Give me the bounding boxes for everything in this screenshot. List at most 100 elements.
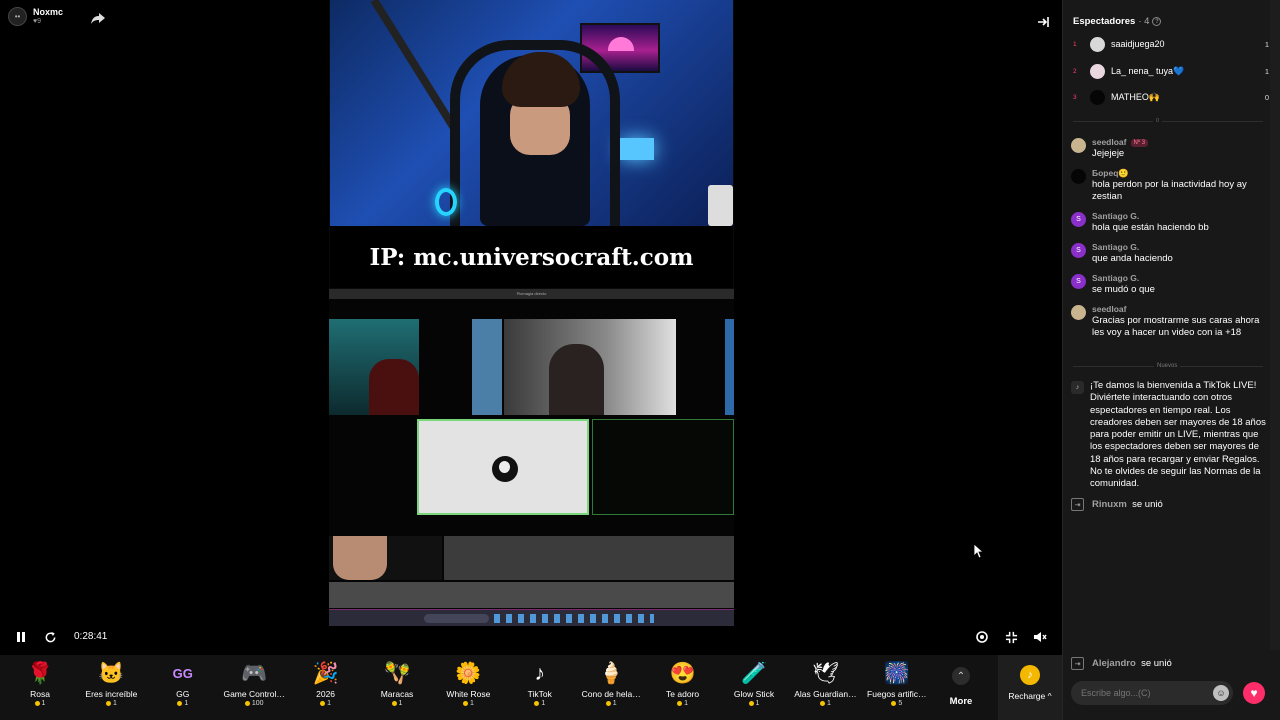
call-tile	[329, 582, 734, 608]
gift-item[interactable]: GG GG 1	[148, 661, 218, 717]
gift-label: Maracas	[380, 689, 414, 699]
gift-icon: 🐱	[98, 662, 125, 685]
gift-icon: GG	[172, 666, 193, 681]
help-icon[interactable]: ?	[1152, 17, 1162, 26]
viewers-title: Espectadores · 4 ?	[1073, 16, 1162, 27]
chat-input[interactable]	[1071, 681, 1233, 705]
viewer-row[interactable]: 3 MATHEO🙌 0	[1073, 89, 1269, 105]
viewer-avatar	[1090, 89, 1105, 105]
gift-item[interactable]: 🐱 Eres increíble 1	[76, 661, 146, 717]
viewer-score: 1	[1264, 66, 1269, 76]
chat-message: S Santiago G. se mudó o que	[1071, 273, 1267, 296]
user-avatar[interactable]	[1071, 169, 1086, 184]
chat-scroll-area[interactable]: Espectadores · 4 ? 1 saaidjuega20 1 2 La…	[1063, 0, 1270, 670]
gift-item[interactable]: 🎉 2026 1	[291, 661, 361, 717]
host-avatar[interactable]: ••	[8, 7, 27, 26]
pause-button[interactable]	[14, 630, 28, 644]
collapse-panel-icon[interactable]	[1036, 15, 1050, 29]
gift-item[interactable]: 🪇 Maracas 1	[362, 661, 432, 717]
gift-price: 1	[648, 700, 718, 707]
viewer-name: La_ nena_ tuya💙	[1111, 65, 1185, 76]
gift-price: 1	[76, 700, 146, 707]
gift-item[interactable]: 🕊 Alas Guardian… 1	[790, 661, 860, 717]
chat-scrollbar[interactable]	[1270, 0, 1280, 650]
recharge-button[interactable]: ♪ Recharge ^	[998, 655, 1062, 720]
divider-label: 0	[1153, 118, 1163, 124]
host-likes-count: 9	[37, 18, 42, 25]
chat-username[interactable]: Бореq🙂	[1092, 168, 1267, 179]
gift-icon: 🎉	[312, 662, 339, 685]
viewer-row[interactable]: 2 La_ nena_ tuya💙 1	[1073, 63, 1269, 79]
user-avatar[interactable]: S	[1071, 212, 1086, 227]
share-icon[interactable]	[90, 10, 106, 26]
join-action: se unió	[1132, 499, 1163, 510]
gift-icon: 🕊	[812, 662, 840, 685]
refresh-icon	[45, 631, 55, 642]
join-username[interactable]: Alejandro	[1092, 658, 1136, 669]
mute-button[interactable]	[1033, 630, 1047, 644]
gift-label: GG	[176, 689, 190, 699]
chat-username[interactable]: Santiago G.	[1092, 211, 1267, 222]
chat-username-text: seedloaf	[1092, 137, 1127, 147]
chat-username[interactable]: Santiago G.	[1092, 242, 1267, 253]
chat-text: que anda haciendo	[1092, 253, 1173, 264]
heart-icon[interactable]: ♥	[1243, 682, 1265, 704]
gift-item[interactable]: 🍦 Cono de hela… 1	[576, 661, 646, 717]
chat-message: seedloaf Nº 3 Jejejeje	[1071, 137, 1267, 160]
gift-label: Glow Stick	[733, 689, 775, 699]
viewer-score: 1	[1264, 39, 1269, 49]
viewer-avatar	[1090, 63, 1105, 79]
host-name[interactable]: Noxmc	[33, 7, 63, 17]
gift-label: Alas Guardian…	[794, 689, 857, 699]
video-area[interactable]: •• Noxmc ♥9 IP: mc.universocraft.com Plo…	[0, 0, 1062, 655]
chat-message: seedloaf Gracias por mostrarme sus caras…	[1071, 304, 1267, 339]
gift-icon: 🪇	[384, 662, 411, 685]
call-tile	[329, 536, 442, 580]
refresh-button[interactable]	[43, 630, 57, 644]
gift-item[interactable]: 😍 Te adoro 1	[648, 661, 718, 717]
windows-taskbar	[329, 609, 734, 626]
join-username[interactable]: Rinuxm	[1092, 499, 1127, 510]
gift-item[interactable]: 🎮 Game Control… 100	[219, 661, 289, 717]
divider	[1073, 121, 1263, 122]
user-avatar[interactable]: S	[1071, 243, 1086, 258]
ip-banner: IP: mc.universocraft.com	[330, 226, 733, 288]
gift-item[interactable]: 🌼 White Rose 1	[433, 661, 503, 717]
user-avatar[interactable]	[1071, 305, 1086, 320]
viewers-count: · 4	[1138, 16, 1150, 27]
settings-button[interactable]	[975, 630, 989, 644]
viewer-rank: 1	[1073, 40, 1077, 48]
shrink-button[interactable]	[1004, 630, 1018, 644]
host-info[interactable]: •• Noxmc ♥9	[8, 7, 63, 26]
more-gifts-arrow-icon[interactable]: ⌃	[952, 667, 970, 685]
gift-price: 1	[5, 700, 75, 707]
viewer-name: saaidjuega20	[1111, 39, 1165, 49]
stream-video[interactable]: IP: mc.universocraft.com Plomagia direct…	[329, 0, 734, 626]
user-avatar[interactable]	[1071, 138, 1086, 153]
more-gifts-button[interactable]: More	[944, 696, 978, 707]
pause-icon	[17, 632, 25, 642]
chat-text: hola que están haciendo bb	[1092, 222, 1209, 233]
call-tile	[592, 419, 734, 515]
exit-fullscreen-icon	[1005, 631, 1017, 643]
gift-price: 1	[505, 700, 575, 707]
new-messages-label: Nuevos	[1154, 363, 1181, 369]
gift-item[interactable]: ♪ TikTok 1	[505, 661, 575, 717]
viewer-row[interactable]: 1 saaidjuega20 1	[1073, 36, 1269, 52]
gift-icon: 😍	[669, 662, 696, 685]
chat-username[interactable]: seedloaf Nº 3	[1092, 137, 1267, 148]
user-avatar[interactable]: S	[1071, 274, 1086, 289]
call-tile	[329, 319, 419, 415]
ring-light	[435, 188, 457, 216]
gift-price: 1	[148, 700, 218, 707]
gift-item[interactable]: 🎆 Fuegos artific… 5	[862, 661, 932, 717]
chat-username[interactable]: Santiago G.	[1092, 273, 1267, 284]
emoji-icon[interactable]: ☺	[1213, 685, 1229, 701]
gift-price: 5	[862, 700, 932, 707]
gift-price: 1	[576, 700, 646, 707]
gift-item[interactable]: 🧪 Glow Stick 1	[719, 661, 789, 717]
taskbar-apps	[494, 614, 654, 623]
gift-item[interactable]: 🌹 Rosa 1	[5, 661, 75, 717]
chat-username[interactable]: seedloaf	[1092, 304, 1267, 315]
system-message: ♪ ¡Te damos la bienvenida a TikTok LIVE!…	[1071, 380, 1267, 491]
